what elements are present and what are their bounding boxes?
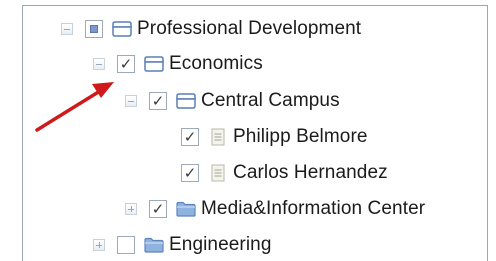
tree-node-central-campus[interactable]: ✓ Central Campus [125,86,340,116]
checkbox-checked[interactable]: ✓ [181,164,199,182]
document-icon [211,128,225,146]
checkmark-icon: ✓ [183,163,197,182]
checkmark-icon: ✓ [151,199,165,218]
node-label: Engineering [169,234,272,255]
collapse-toggle[interactable] [93,58,105,70]
tree-node-economics[interactable]: ✓ Economics [93,49,263,79]
collapse-toggle[interactable] [125,95,137,107]
tree-panel: Professional Development ✓ Economics ✓ C… [22,5,488,261]
tree-node-media-information-center[interactable]: ✓ Media&Information Center [125,194,425,224]
checkbox-checked[interactable]: ✓ [117,55,135,73]
group-folder-icon [176,93,196,109]
folder-icon [144,237,164,253]
checkmark-icon: ✓ [183,127,197,146]
expand-toggle[interactable] [125,203,137,215]
node-label: Professional Development [137,18,362,39]
checkbox-checked[interactable]: ✓ [149,92,167,110]
node-label: Economics [169,53,263,74]
collapse-toggle[interactable] [61,23,73,35]
node-label: Media&Information Center [201,198,426,219]
checkmark-icon: ✓ [151,91,165,110]
checkbox-unchecked[interactable] [117,236,135,254]
tree-node-professional-development[interactable]: Professional Development [61,14,361,44]
checkbox-checked[interactable]: ✓ [149,200,167,218]
node-label: Central Campus [201,90,340,111]
tree-node-carlos-hernandez[interactable]: ✓ Carlos Hernandez [157,158,388,188]
checkbox-checked[interactable]: ✓ [181,128,199,146]
expand-toggle[interactable] [93,239,105,251]
checkbox-partial[interactable] [85,20,103,38]
tree-node-engineering[interactable]: Engineering [93,230,272,260]
screenshot-frame: Professional Development ✓ Economics ✓ C… [0,0,496,261]
document-icon [211,164,225,182]
node-label: Carlos Hernandez [233,162,388,183]
checkmark-icon: ✓ [119,54,133,73]
group-folder-icon [112,21,132,37]
group-folder-icon [144,56,164,72]
node-label: Philipp Belmore [233,126,368,147]
folder-icon [176,201,196,217]
tree-node-philipp-belmore[interactable]: ✓ Philipp Belmore [157,122,368,152]
